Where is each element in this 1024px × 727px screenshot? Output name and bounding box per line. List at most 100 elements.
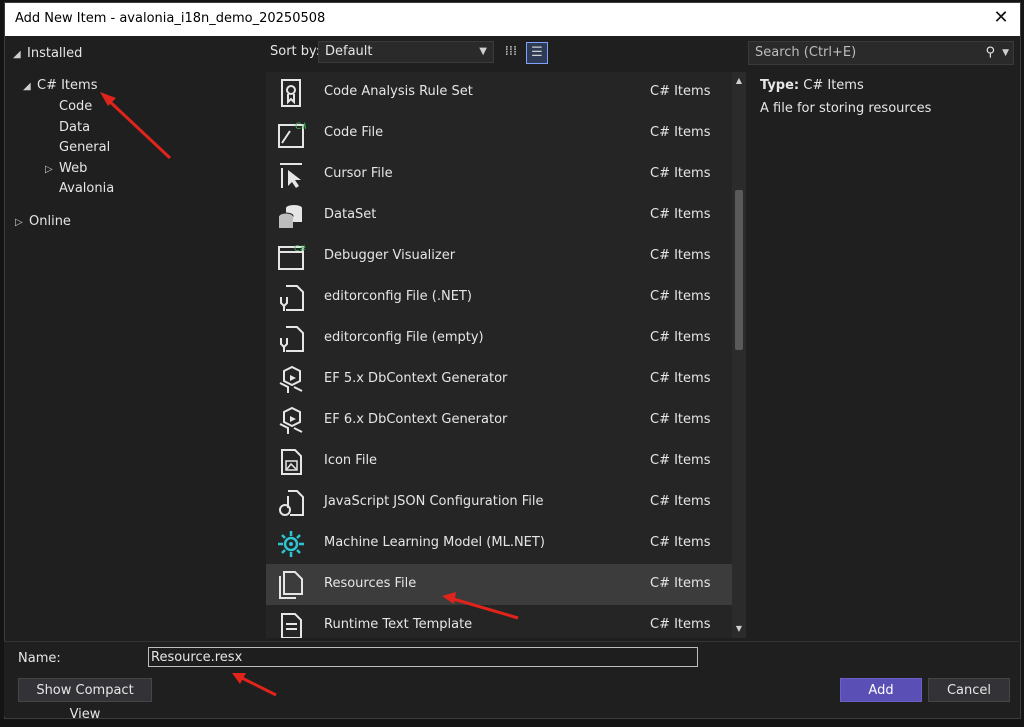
- json-file-icon: [279, 490, 304, 516]
- window-title: Add New Item - avalonia_i18n_demo_202505…: [15, 11, 326, 26]
- tree-item-installed[interactable]: ◢ Installed: [13, 44, 82, 64]
- tree-item-csharp-items[interactable]: ◢ C# Items: [23, 76, 97, 96]
- caret-right-icon: ▷: [45, 164, 53, 175]
- close-icon[interactable]: ✕: [990, 7, 1012, 29]
- search-input[interactable]: Search (Ctrl+E) ⚲ ▼: [748, 41, 1014, 65]
- name-field[interactable]: [148, 647, 698, 667]
- list-item[interactable]: Runtime Text Template C# Items: [266, 605, 732, 638]
- template-list: Code Analysis Rule Set C# Items C# Code …: [266, 72, 732, 638]
- sort-by-value: Default: [325, 44, 373, 59]
- tree-item-general[interactable]: General: [59, 138, 110, 158]
- config-file-icon: [280, 326, 304, 352]
- grid-view-button[interactable]: ⁞⁞⁞: [500, 42, 522, 64]
- show-compact-view-button[interactable]: Show Compact View: [18, 678, 152, 722]
- tree-item-online[interactable]: ▷ Online: [15, 212, 71, 232]
- sort-by-label: Sort by:: [270, 44, 321, 59]
- list-item[interactable]: EF 5.x DbContext Generator C# Items: [266, 359, 732, 400]
- dataset-icon: [278, 205, 302, 228]
- title-bar: Add New Item - avalonia_i18n_demo_202505…: [5, 3, 1020, 36]
- list-item[interactable]: editorconfig File (.NET) C# Items: [266, 277, 732, 318]
- scroll-thumb[interactable]: [735, 190, 743, 350]
- svg-text:C#: C#: [295, 122, 306, 132]
- list-item[interactable]: Machine Learning Model (ML.NET) C# Items: [266, 523, 732, 564]
- tree-label: Online: [29, 214, 71, 229]
- list-icon: ☰: [531, 45, 543, 60]
- item-category: C# Items: [650, 535, 711, 550]
- list-item[interactable]: Cursor File C# Items: [266, 154, 732, 195]
- item-name: EF 6.x DbContext Generator: [324, 412, 508, 427]
- tree-item-avalonia[interactable]: Avalonia: [59, 179, 114, 199]
- search-dropdown-icon[interactable]: ▼: [1002, 42, 1009, 64]
- caret-right-icon: ▷: [15, 217, 23, 228]
- tree-label: C# Items: [37, 78, 98, 93]
- dropdown-arrow-icon: ▼: [479, 46, 487, 57]
- item-category: C# Items: [650, 125, 711, 140]
- tree-label: Web: [59, 161, 88, 176]
- cursor-icon: [280, 163, 302, 188]
- item-name: editorconfig File (empty): [324, 330, 484, 345]
- caret-down-icon: ◢: [13, 49, 21, 60]
- item-name: Machine Learning Model (ML.NET): [324, 535, 545, 550]
- code-file-icon: C#: [278, 122, 306, 148]
- item-category: C# Items: [650, 576, 711, 591]
- tree-item-code[interactable]: Code: [59, 97, 92, 117]
- cancel-button[interactable]: Cancel: [928, 678, 1010, 702]
- search-icon[interactable]: ⚲: [985, 42, 995, 64]
- sort-by-dropdown[interactable]: Default ▼: [318, 41, 494, 63]
- type-line: Type: C# Items: [760, 78, 1010, 93]
- tree-label: General: [59, 140, 111, 155]
- generator-icon: [279, 365, 303, 393]
- list-item[interactable]: Resources File C# Items: [266, 564, 732, 605]
- item-name: Debugger Visualizer: [324, 248, 456, 263]
- item-name: editorconfig File (.NET): [324, 289, 472, 304]
- item-details: Type: C# Items A file for storing resour…: [760, 78, 1010, 116]
- item-name: Code File: [324, 125, 384, 140]
- item-name: DataSet: [324, 207, 377, 222]
- name-label: Name:: [18, 651, 61, 666]
- list-item[interactable]: C# Debugger Visualizer C# Items: [266, 236, 732, 277]
- scroll-up-icon[interactable]: ▲: [732, 74, 746, 88]
- ml-model-icon: [278, 531, 304, 557]
- item-category: C# Items: [650, 617, 711, 632]
- caret-down-icon: ◢: [23, 81, 31, 92]
- item-category: C# Items: [650, 166, 711, 181]
- resources-file-icon: [279, 571, 303, 599]
- svg-text:C#: C#: [294, 244, 306, 253]
- type-value: C# Items: [803, 78, 864, 93]
- tree-item-data[interactable]: Data: [59, 118, 90, 138]
- item-category: C# Items: [650, 494, 711, 509]
- tree-label: Avalonia: [59, 181, 115, 196]
- item-category: C# Items: [650, 371, 711, 386]
- list-scrollbar[interactable]: ▲ ▼: [732, 72, 746, 638]
- list-item[interactable]: editorconfig File (empty) C# Items: [266, 318, 732, 359]
- grid-icon: ⁞⁞⁞: [504, 44, 518, 59]
- item-name: JavaScript JSON Configuration File: [324, 494, 544, 509]
- window-icon: C#: [278, 244, 306, 270]
- item-category: C# Items: [650, 330, 711, 345]
- template-tree: ◢ Installed ◢ C# Items Code Data General ▷…: [5, 36, 271, 648]
- list-item[interactable]: Icon File C# Items: [266, 441, 732, 482]
- item-name: Icon File: [324, 453, 378, 468]
- item-category: C# Items: [650, 453, 711, 468]
- item-category: C# Items: [650, 289, 711, 304]
- item-category: C# Items: [650, 84, 711, 99]
- list-item[interactable]: EF 6.x DbContext Generator C# Items: [266, 400, 732, 441]
- item-name: EF 5.x DbContext Generator: [324, 371, 508, 386]
- item-name: Code Analysis Rule Set: [324, 84, 473, 99]
- list-item[interactable]: C# Code File C# Items: [266, 113, 732, 154]
- tree-label: Code: [59, 99, 93, 114]
- list-view-button[interactable]: ☰: [526, 42, 548, 64]
- scroll-down-icon[interactable]: ▼: [732, 622, 746, 636]
- list-item[interactable]: DataSet C# Items: [266, 195, 732, 236]
- item-name: Runtime Text Template: [324, 617, 473, 632]
- list-item[interactable]: JavaScript JSON Configuration File C# It…: [266, 482, 732, 523]
- tree-label: Installed: [27, 46, 83, 61]
- add-button[interactable]: Add: [840, 678, 922, 702]
- tree-item-web[interactable]: ▷ Web: [45, 159, 87, 179]
- tree-label: Data: [59, 120, 91, 135]
- rule-set-icon: [281, 79, 301, 107]
- icon-file-icon: [281, 449, 302, 475]
- item-category: C# Items: [650, 248, 711, 263]
- list-item[interactable]: Code Analysis Rule Set C# Items: [266, 72, 732, 113]
- item-description: A file for storing resources: [760, 101, 932, 116]
